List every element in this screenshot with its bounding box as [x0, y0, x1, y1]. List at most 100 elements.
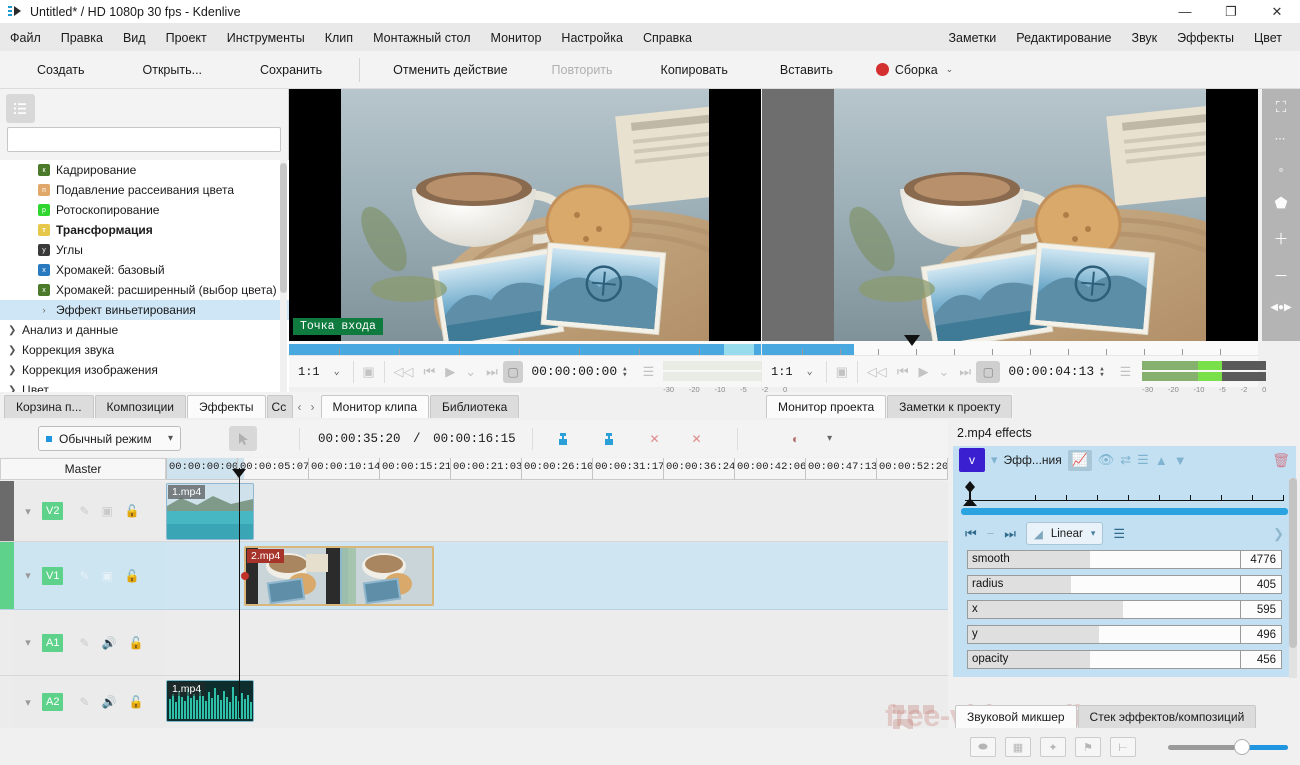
tab-project-bin[interactable]: Корзина п... [4, 395, 94, 418]
track-a1-name[interactable]: A1 [42, 633, 64, 652]
param-radius-value[interactable]: 405 [1240, 575, 1282, 594]
undo-button[interactable]: Отменить действие [380, 58, 520, 82]
maximize-button[interactable]: ❐ [1208, 0, 1254, 24]
track-v2-name[interactable]: V2 [42, 502, 64, 520]
keyframe-curve-icon[interactable]: 📈 [1067, 449, 1092, 471]
timeline-edit-mode-select[interactable]: Обычный режим ▾ [38, 426, 181, 451]
clip-a2-1mp4[interactable]: 1.mp4 [166, 680, 254, 722]
chevron-down-icon[interactable]: ⌄ [334, 366, 340, 378]
timeline-master-header[interactable]: Master [0, 458, 166, 480]
effect-item-rotoscoping[interactable]: р Ротоскопирование [0, 200, 289, 220]
skip-forward-icon[interactable]: ⏭ [481, 364, 503, 380]
track-a2-name[interactable]: A2 [42, 693, 64, 711]
spinner-down-icon[interactable]: ▾ [622, 370, 627, 379]
menu-edit[interactable]: Правка [51, 27, 113, 49]
project-playhead-marker[interactable] [904, 335, 920, 346]
effect-item-vignette[interactable]: › Эффект виньетирования [0, 300, 289, 320]
marker-icon[interactable]: ⚑ [1075, 737, 1101, 757]
mix-clip-button[interactable]: ◐ [782, 426, 810, 451]
track-edit-icon[interactable]: ✎ [79, 504, 89, 518]
track-v1-body[interactable]: 2.mp4 [166, 542, 948, 610]
track-a1-header[interactable]: ▾ A1 ✎ 🔊 🔓 [0, 610, 166, 676]
effect-group-color[interactable]: ❯ Цвет [0, 380, 289, 392]
track-video-icon[interactable]: ▣ [102, 504, 113, 518]
track-collapse-icon[interactable]: ▾ [14, 696, 42, 709]
project-monitor-view[interactable] [762, 89, 1258, 341]
open-button[interactable]: Открыть... [130, 58, 216, 82]
move-down-icon[interactable]: ▼ [1174, 453, 1187, 468]
track-lock-icon[interactable]: 🔓 [128, 695, 143, 709]
effects-search-box[interactable] [7, 127, 281, 152]
chevron-right-icon[interactable]: ❯ [8, 345, 22, 356]
zone-in-button[interactable] [549, 426, 577, 451]
chevron-down-icon[interactable]: ▾ [991, 452, 998, 468]
crop-icon[interactable]: ▢ [502, 360, 524, 383]
track-video-icon[interactable]: ▣ [102, 569, 113, 583]
tab-overflow[interactable]: Сс [266, 395, 293, 418]
paste-button[interactable]: Вставить [767, 58, 846, 82]
layout-audio[interactable]: Звук [1122, 27, 1168, 49]
minimize-button[interactable]: — [1162, 0, 1208, 24]
menu-timeline[interactable]: Монтажный стол [363, 27, 480, 49]
param-opacity-slider[interactable]: opacity [967, 650, 1240, 669]
clip-marker-icon[interactable] [241, 572, 249, 580]
menu-view[interactable]: Вид [113, 27, 156, 49]
track-a2-body[interactable]: 1.mp4 [166, 676, 948, 728]
project-monitor-zoom-select[interactable]: 1:1 ⌄ [762, 360, 822, 384]
tab-effects[interactable]: Эффекты [186, 395, 266, 418]
param-radius[interactable]: radius 405 [967, 575, 1282, 594]
effect-item-transform[interactable]: т Трансформация [0, 220, 289, 240]
menu-project[interactable]: Проект [156, 27, 217, 49]
keyframe-interpolation-select[interactable]: ◢ Linear ▾ [1026, 522, 1104, 545]
keyframe-prev-icon[interactable]: ⏮ [965, 526, 977, 542]
render-action[interactable]: Сборка ⌄ [875, 51, 953, 89]
layout-editing[interactable]: Редактирование [1006, 27, 1121, 49]
clip-monitor-timecode-field[interactable]: 00:00:00:00 ▴ ▾ [523, 364, 627, 379]
layout-notes[interactable]: Заметки [938, 27, 1006, 49]
tab-prev-icon[interactable]: ‹ [298, 400, 302, 414]
track-v2-header[interactable]: ▾ V2 ✎ ▣ 🔓 [0, 481, 166, 542]
monitor-menu-icon[interactable]: ☰ [638, 364, 660, 380]
keyframe-next-icon[interactable]: ⏭ [1004, 526, 1016, 542]
menu-clip[interactable]: Клип [315, 27, 363, 49]
tab-audio-mixer[interactable]: Звуковой микшер [955, 705, 1077, 728]
param-x[interactable]: x 595 [967, 600, 1282, 619]
zoom-in-icon[interactable]: ＋ [1273, 228, 1288, 249]
crop-icon[interactable]: ▢ [976, 360, 1001, 383]
menu-tools[interactable]: Инструменты [217, 27, 315, 49]
fullscreen-icon[interactable]: ⛶ [1276, 99, 1287, 116]
effects-search-input[interactable] [8, 128, 280, 151]
skip-back-icon[interactable]: ⏮ [419, 364, 441, 380]
grid-icon[interactable]: ⋯ [1275, 132, 1288, 145]
track-v1-name[interactable]: V1 [42, 566, 64, 585]
track-v2[interactable]: ▾ V2 ✎ ▣ 🔓 1.mp4 [0, 481, 948, 542]
effects-list-mode-icon[interactable] [6, 93, 35, 123]
effect-item-crop[interactable]: к Кадрирование [0, 160, 289, 180]
track-v2-body[interactable]: 1.mp4 [166, 481, 948, 542]
zoom-slider-knob[interactable] [1234, 739, 1250, 755]
menu-file[interactable]: Файл [0, 27, 51, 49]
track-lock-icon[interactable]: 🔓 [125, 569, 140, 583]
tab-effect-stack[interactable]: Стек эффектов/композиций [1077, 705, 1257, 728]
copy-button[interactable]: Копировать [648, 58, 741, 82]
tab-library[interactable]: Библиотека [430, 395, 520, 418]
clip-v2-1mp4[interactable]: 1.mp4 [166, 483, 254, 540]
play-dropdown-icon[interactable]: ⌄ [460, 364, 481, 380]
tab-project-monitor[interactable]: Монитор проекта [766, 395, 887, 418]
snap-icon[interactable]: ⬬ [970, 737, 996, 757]
zone-in-icon[interactable]: ▣ [831, 364, 853, 380]
menu-help[interactable]: Справка [633, 27, 702, 49]
insert-icon[interactable]: ⊢ [1110, 737, 1136, 757]
track-collapse-icon[interactable]: ▾ [14, 505, 42, 518]
track-edit-icon[interactable]: ✎ [79, 695, 89, 709]
keyframe-ruler[interactable] [961, 480, 1288, 506]
keyframe-remove-icon[interactable]: − [987, 526, 995, 541]
track-collapse-icon[interactable]: ▾ [14, 569, 42, 582]
collapse-icon[interactable]: ⬟ [1274, 194, 1287, 212]
track-collapse-icon[interactable]: ▾ [14, 636, 42, 649]
effect-group-image-correction[interactable]: ❯ Коррекция изображения [0, 360, 289, 380]
menu-settings[interactable]: Настройка [551, 27, 633, 49]
effect-stack-item-header[interactable]: v ▾ Эфф...ния 📈 👁 ⇄ ☰ ▲ ▼ 🗑 [953, 446, 1296, 474]
param-radius-slider[interactable]: radius [967, 575, 1240, 594]
track-v1[interactable]: ▾ V1 ✎ ▣ 🔓 2.mp4 [0, 542, 948, 610]
